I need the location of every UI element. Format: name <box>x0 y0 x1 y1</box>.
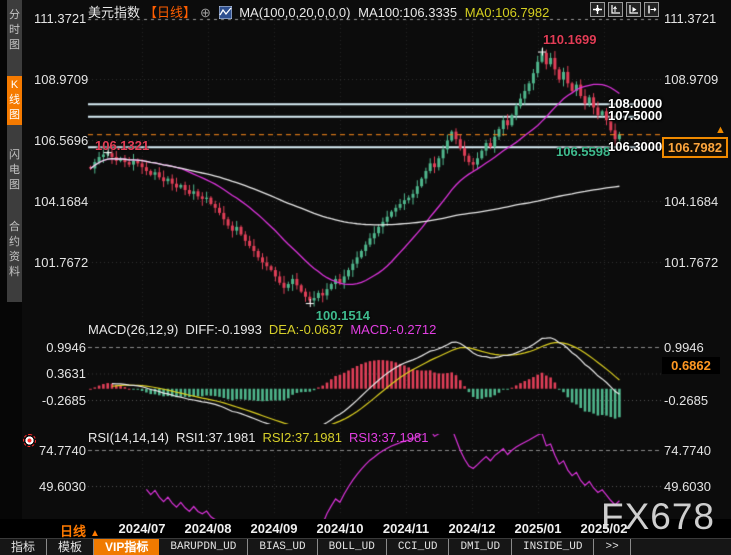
crosshair-icon[interactable] <box>590 2 605 17</box>
ma0-value: MA0:106.7982 <box>465 5 550 20</box>
macd-dea: DEA:-0.0637 <box>269 322 343 337</box>
month-label: 2024/11 <box>383 521 429 536</box>
rsi3-value: RSI3:37.1981 <box>349 430 429 445</box>
sidebar-tab-contract-info[interactable]: 合约资料 <box>7 218 22 282</box>
fx678-watermark: FX678 <box>601 496 715 538</box>
period-tag: 【日线】 <box>144 5 196 20</box>
macd-header: MACD(26,12,9) DIFF:-0.1993 DEA:-0.0637 MACD… <box>88 322 443 337</box>
high-price-annotation: 110.1699 <box>543 32 597 47</box>
left-high-annotation: 106.1321 <box>95 138 149 153</box>
add-indicator-icon[interactable]: ⊕ <box>200 5 211 20</box>
macd-macd: MACD:-0.2712 <box>350 322 436 337</box>
indicator-tab[interactable]: BOLL_UD <box>318 539 387 555</box>
indicator-tab[interactable]: 指标 <box>0 539 47 555</box>
current-price-badge: 106.7982 <box>662 137 728 158</box>
sidebar-tab-kline-chart[interactable]: K线图 <box>7 76 22 125</box>
axis-play-icon[interactable] <box>626 2 641 17</box>
macd-diff: DIFF:-0.1993 <box>185 322 262 337</box>
month-label: 2024/09 <box>251 521 298 536</box>
month-label: 2024/07 <box>119 521 166 536</box>
indicator-tab[interactable]: 模板 <box>47 539 94 555</box>
indicator-tab-bar: 指标模板VIP指标BARUPDN_UDBIAS_UDBOLL_UDCCI_UDD… <box>0 538 731 555</box>
price-up-arrow-icon: ▲ <box>715 124 726 136</box>
indicator-tab[interactable]: INSIDE_UD <box>512 539 594 555</box>
axis-compress-icon[interactable] <box>608 2 623 17</box>
sidebar-tab-time-chart[interactable]: 分时图 <box>7 6 22 55</box>
month-label: 2024/08 <box>185 521 232 536</box>
indicator-tab[interactable]: BARUPDN_UD <box>159 539 248 555</box>
chart-bitmap-icon <box>219 6 232 19</box>
shift-right-icon[interactable] <box>644 2 659 17</box>
ma-settings: MA(100,0,20,0,0,0) <box>239 5 350 20</box>
chart-title-bar: 美元指数【日线】 ⊕ MA(100,0,20,0,0,0) MA100:106.3… <box>88 2 553 18</box>
indicator-tab[interactable]: DMI_UD <box>449 539 512 555</box>
trading-terminal: 分时图 K线图闪电图合约资料 美元指数【日线】 ⊕ MA(100,0,20,0,0,… <box>0 0 731 555</box>
indicator-tab[interactable]: >> <box>594 539 630 555</box>
ma-value-annotation: 106.5598 <box>556 144 610 159</box>
symbol-name: 美元指数 <box>88 5 140 20</box>
low-price-annotation: 100.1514 <box>316 308 370 323</box>
macd-params: MACD(26,12,9) <box>88 322 178 337</box>
sidebar-tab-flash-chart[interactable]: 闪电图 <box>7 146 22 195</box>
alert-sun-icon[interactable] <box>23 434 36 447</box>
rsi2-value: RSI2:37.1981 <box>262 430 342 445</box>
indicator-tab[interactable]: CCI_UD <box>387 539 450 555</box>
month-label: 2024/12 <box>449 521 496 536</box>
ma100-value: MA100:106.3335 <box>358 5 457 20</box>
indicator-tab[interactable]: BIAS_UD <box>248 539 317 555</box>
rsi1-value: RSI1:37.1981 <box>176 430 256 445</box>
rsi-header: RSI(14,14,14) RSI1:37.1981 RSI2:37.1981 RSI… <box>88 430 435 445</box>
rsi-params: RSI(14,14,14) <box>88 430 169 445</box>
chart-canvas[interactable] <box>0 0 731 555</box>
macd-value-badge: 0.6862 <box>662 357 720 374</box>
indicator-tab[interactable]: VIP指标 <box>94 539 159 555</box>
chart-toolbar <box>590 2 659 17</box>
month-label: 2024/10 <box>317 521 364 536</box>
month-label: 2025/01 <box>515 521 562 536</box>
left-sidebar: 分时图 K线图闪电图合约资料 <box>0 0 22 555</box>
